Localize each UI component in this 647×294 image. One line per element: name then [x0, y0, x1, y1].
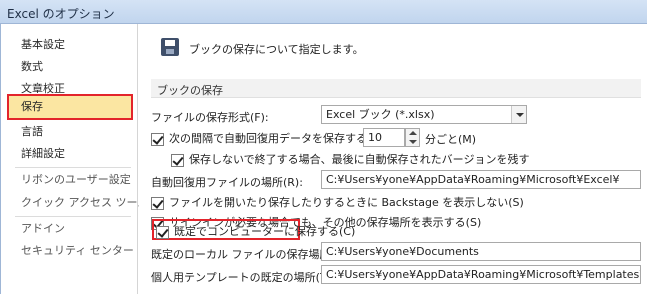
- sidebar-divider: [15, 216, 131, 217]
- sidebar-item-general[interactable]: 基本設定: [7, 34, 133, 56]
- sidebar-item-language[interactable]: 言語: [7, 121, 133, 143]
- local-location-value: C:¥Users¥yone¥Documents: [326, 245, 479, 258]
- keep-last-version-label: 保存しないで終了する場合、最後に自動保存されたバージョンを残す: [189, 153, 530, 166]
- section-header: ブックの保存: [151, 79, 641, 98]
- sidebar-item-customize-ribbon[interactable]: リボンのユーザー設定: [7, 169, 133, 191]
- autorecover-label: 次の間隔で自動回復用データを保存する(A):: [169, 132, 387, 145]
- sidebar-item-trust-center[interactable]: セキュリティ センター: [7, 240, 134, 262]
- section-title: ブックの保存: [157, 84, 223, 97]
- default-computer-label: 既定でコンピューターに保存する(C): [174, 225, 356, 238]
- keep-last-version-row: 保存しないで終了する場合、最後に自動保存されたバージョンを残す: [171, 151, 529, 167]
- autorecover-location-value: C:¥Users¥yone¥AppData¥Roaming¥Microsoft¥…: [326, 173, 620, 186]
- template-location-input[interactable]: C:¥Users¥yone¥AppData¥Roaming¥Microsoft¥…: [321, 265, 641, 284]
- floppy-disk-icon: [161, 38, 179, 56]
- default-computer-checkbox[interactable]: [156, 225, 169, 239]
- default-computer-row: 既定でコンピューターに保存する(C): [156, 223, 355, 239]
- keep-last-version-checkbox[interactable]: [171, 153, 184, 167]
- minutes-spinner[interactable]: [405, 128, 420, 147]
- window-title: Excel のオプション: [7, 7, 115, 21]
- spin-up-icon[interactable]: [409, 131, 417, 135]
- sidebar-divider: [15, 167, 131, 168]
- template-location-value: C:¥Users¥yone¥AppData¥Roaming¥Microsoft¥…: [326, 268, 641, 281]
- autorecover-location-input[interactable]: C:¥Users¥yone¥AppData¥Roaming¥Microsoft¥…: [321, 170, 641, 189]
- autorecover-location-label: 自動回復用ファイルの場所(R):: [151, 176, 303, 189]
- sidebar: 基本設定 数式 文章校正 保存 言語 詳細設定 リボンのユーザー設定 クイック …: [1, 24, 174, 294]
- template-location-label: 個人用テンプレートの既定の場所(T):: [151, 271, 335, 284]
- sidebar-item-advanced[interactable]: 詳細設定: [7, 143, 133, 165]
- backstage-row: ファイルを開いたり保存したりするときに Backstage を表示しない(S): [151, 194, 524, 210]
- minutes-unit-label: 分ごと(M): [425, 133, 477, 146]
- sidebar-item-quick-access-toolbar[interactable]: クイック アクセス ツール バー: [7, 192, 174, 214]
- sidebar-item-formulas[interactable]: 数式: [7, 56, 133, 78]
- autorecover-minutes-input[interactable]: 10: [363, 128, 405, 147]
- spin-down-icon[interactable]: [409, 140, 417, 144]
- local-location-label: 既定のローカル ファイルの保存場所(I):: [151, 248, 347, 261]
- backstage-label: ファイルを開いたり保存したりするときに Backstage を表示しない(S): [169, 196, 524, 209]
- sidebar-item-save[interactable]: 保存: [7, 94, 133, 120]
- autorecover-minutes-value: 10: [368, 131, 382, 144]
- local-location-input[interactable]: C:¥Users¥yone¥Documents: [321, 242, 641, 261]
- file-format-select[interactable]: Excel ブック (*.xlsx): [321, 105, 527, 124]
- autorecover-checkbox[interactable]: [151, 132, 164, 146]
- save-options-panel: ブックの保存について指定します。 ブックの保存 ファイルの保存形式(F): Ex…: [139, 24, 647, 294]
- title-bar: Excel のオプション: [0, 0, 647, 24]
- sidebar-item-addins[interactable]: アドイン: [7, 218, 133, 240]
- file-format-label: ファイルの保存形式(F):: [151, 111, 269, 124]
- autorecover-row: 次の間隔で自動回復用データを保存する(A):: [151, 130, 387, 146]
- options-window: 基本設定 数式 文章校正 保存 言語 詳細設定 リボンのユーザー設定 クイック …: [0, 24, 647, 294]
- chevron-down-icon[interactable]: [511, 106, 526, 123]
- file-format-value: Excel ブック (*.xlsx): [326, 108, 435, 121]
- panel-header-text: ブックの保存について指定します。: [189, 43, 364, 56]
- backstage-checkbox[interactable]: [151, 196, 164, 210]
